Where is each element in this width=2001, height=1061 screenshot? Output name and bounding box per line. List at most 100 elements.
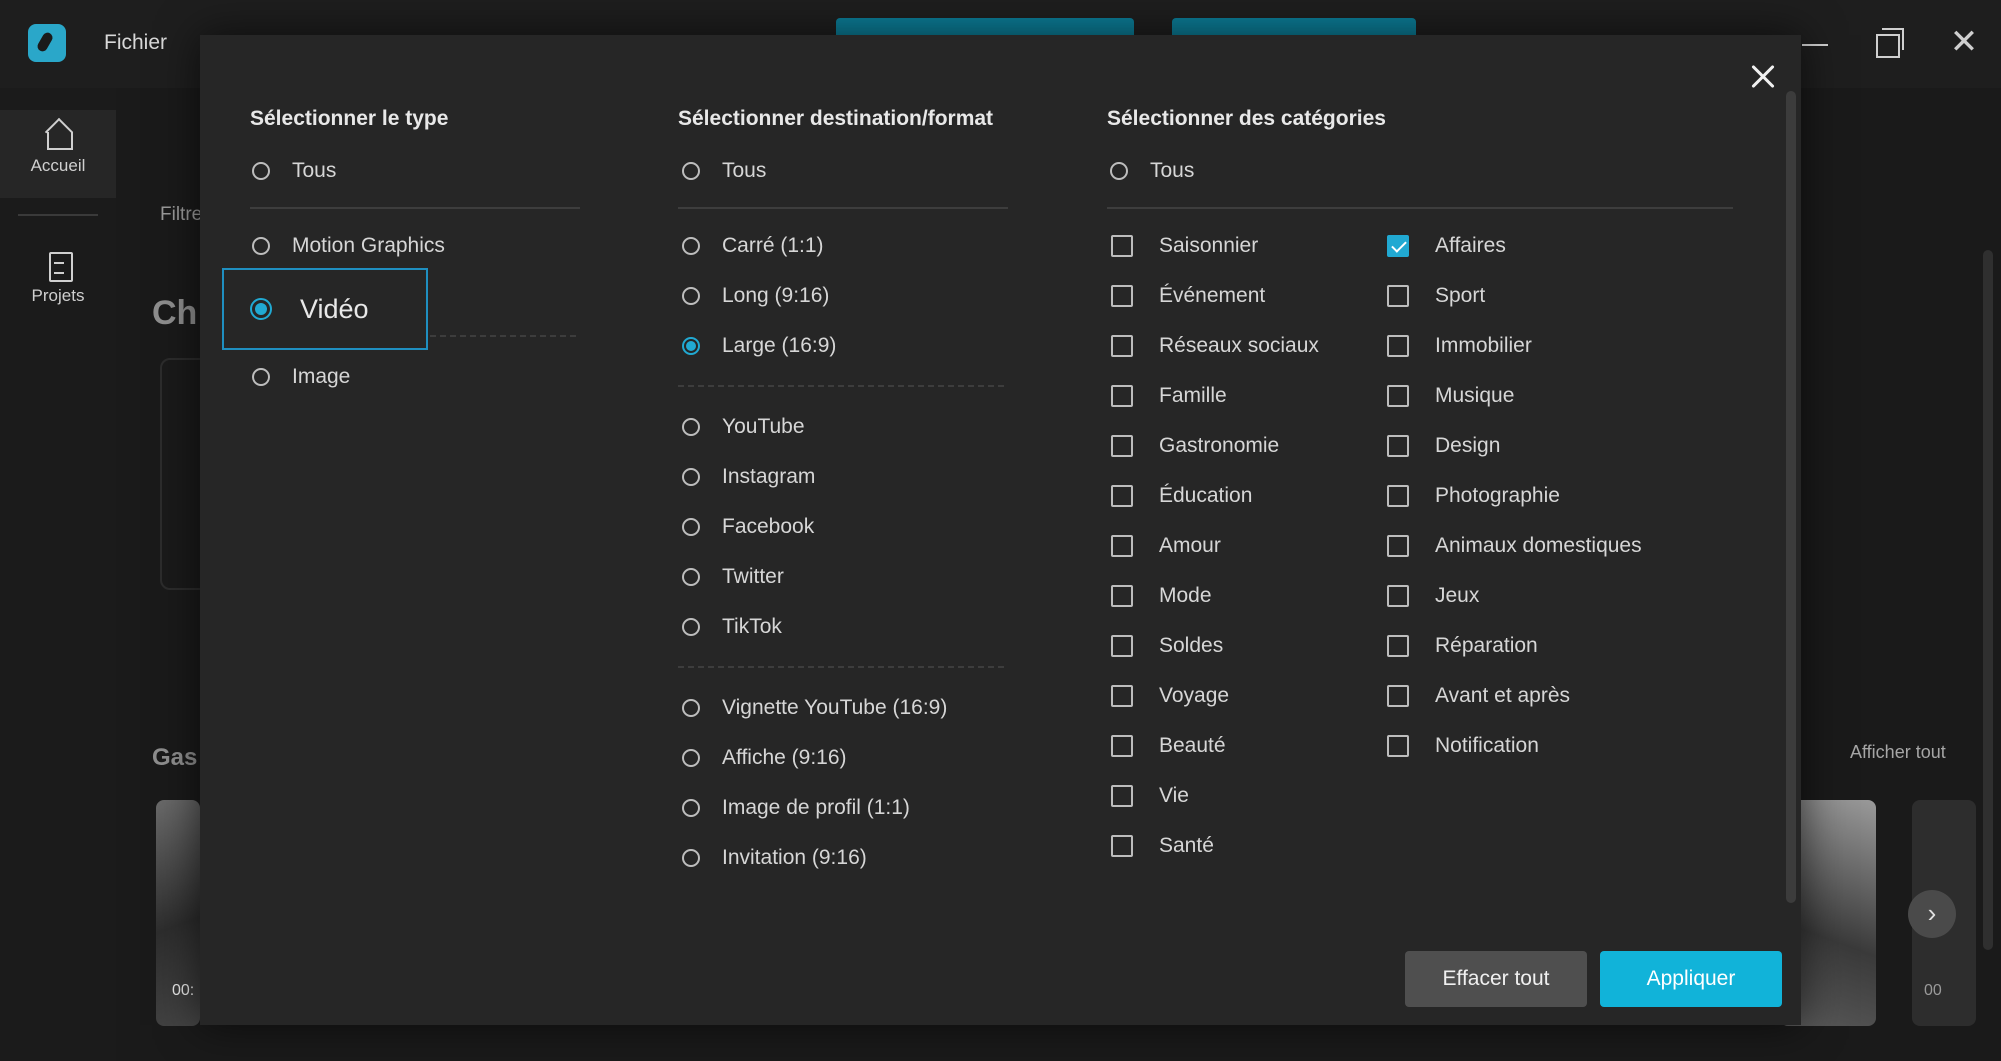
category-checkbox-sport[interactable]: Sport — [1387, 276, 1485, 316]
option-label: Soldes — [1159, 634, 1224, 657]
apply-button[interactable]: Appliquer — [1600, 951, 1782, 1007]
category-checkbox-design[interactable]: Design — [1387, 426, 1500, 466]
category-checkbox-reparation[interactable]: Réparation — [1387, 626, 1538, 666]
option-label: Immobilier — [1435, 334, 1532, 357]
destination-option-tiktok[interactable]: TikTok — [682, 607, 782, 647]
option-label: Notification — [1435, 734, 1539, 757]
destination-option-youtube[interactable]: YouTube — [682, 407, 805, 447]
option-label: Tous — [1150, 159, 1195, 182]
category-checkbox-gastronomie[interactable]: Gastronomie — [1111, 426, 1279, 466]
option-label: Réparation — [1435, 634, 1538, 657]
checkbox-icon — [1111, 385, 1133, 407]
checkbox-icon — [1111, 585, 1133, 607]
close-icon[interactable]: ✕ — [1944, 22, 1984, 62]
destination-option-image-profil[interactable]: Image de profil (1:1) — [682, 788, 910, 828]
destination-option-instagram[interactable]: Instagram — [682, 457, 815, 497]
category-option-tous[interactable]: Tous — [1110, 151, 1194, 191]
option-label: Avant et après — [1435, 684, 1571, 707]
category-checkbox-education[interactable]: Éducation — [1111, 476, 1252, 516]
type-option-tous[interactable]: Tous — [252, 151, 336, 191]
category-checkbox-voyage[interactable]: Voyage — [1111, 676, 1229, 716]
sidebar-item-accueil[interactable]: Accueil — [0, 110, 116, 198]
option-label: Amour — [1159, 534, 1221, 557]
checkbox-icon — [1111, 735, 1133, 757]
clear-all-button[interactable]: Effacer tout — [1405, 951, 1587, 1007]
category-checkbox-mode[interactable]: Mode — [1111, 576, 1212, 616]
category-checkbox-famille[interactable]: Famille — [1111, 376, 1227, 416]
app-logo-icon — [28, 24, 66, 62]
divider — [678, 666, 1004, 668]
category-checkbox-musique[interactable]: Musique — [1387, 376, 1514, 416]
category-checkbox-avant-et-apres[interactable]: Avant et après — [1387, 676, 1570, 716]
category-checkbox-sante[interactable]: Santé — [1111, 826, 1214, 866]
option-label: Musique — [1435, 384, 1515, 407]
option-label: Image de profil (1:1) — [722, 796, 910, 819]
menu-file[interactable]: Fichier — [104, 31, 167, 55]
main-scrollbar[interactable] — [1983, 250, 1993, 950]
radio-icon — [252, 368, 270, 386]
destination-option-carre[interactable]: Carré (1:1) — [682, 226, 824, 266]
option-label: Famille — [1159, 384, 1227, 407]
destination-section-title: Sélectionner destination/format — [678, 107, 994, 130]
home-icon — [43, 120, 73, 150]
category-checkbox-animaux-domestiques[interactable]: Animaux domestiques — [1387, 526, 1642, 566]
destination-option-tous[interactable]: Tous — [682, 151, 766, 191]
destination-option-long[interactable]: Long (9:16) — [682, 276, 829, 316]
type-option-video[interactable]: Vidéo — [222, 268, 428, 350]
category-checkbox-jeux[interactable]: Jeux — [1387, 576, 1479, 616]
checkbox-icon — [1111, 335, 1133, 357]
destination-option-invitation[interactable]: Invitation (9:16) — [682, 838, 867, 878]
option-label: Santé — [1159, 834, 1214, 857]
option-label: Vidéo — [300, 293, 369, 324]
option-label: Vie — [1159, 784, 1189, 807]
category-checkbox-reseaux-sociaux[interactable]: Réseaux sociaux — [1111, 326, 1319, 366]
destination-option-facebook[interactable]: Facebook — [682, 507, 814, 547]
sidebar-item-projets[interactable]: Projets — [0, 250, 116, 306]
type-option-image[interactable]: Image — [252, 357, 350, 397]
option-label: Affiche (9:16) — [722, 746, 847, 769]
radio-icon — [682, 699, 700, 717]
divider — [678, 385, 1004, 387]
dialog-scrollbar[interactable] — [1786, 91, 1796, 903]
radio-icon — [682, 468, 700, 486]
category-checkbox-soldes[interactable]: Soldes — [1111, 626, 1223, 666]
type-option-motion-graphics[interactable]: Motion Graphics — [252, 226, 445, 266]
option-label: Tous — [722, 159, 767, 182]
maximize-icon[interactable] — [1870, 22, 1910, 62]
show-all-link[interactable]: Afficher tout — [1850, 742, 1946, 763]
radio-icon — [682, 568, 700, 586]
destination-option-twitter[interactable]: Twitter — [682, 557, 784, 597]
category-checkbox-beaute[interactable]: Beauté — [1111, 726, 1226, 766]
template-thumbnail[interactable]: 00: — [156, 800, 200, 1026]
category-checkbox-saisonnier[interactable]: Saisonnier — [1111, 226, 1258, 266]
radio-selected-icon — [682, 337, 700, 355]
category-checkbox-vie[interactable]: Vie — [1111, 776, 1189, 816]
category-checkbox-immobilier[interactable]: Immobilier — [1387, 326, 1532, 366]
divider — [1107, 207, 1733, 209]
option-label: Large (16:9) — [722, 334, 837, 357]
category-checkbox-affaires[interactable]: Affaires — [1387, 226, 1506, 266]
destination-option-affiche[interactable]: Affiche (9:16) — [682, 738, 847, 778]
option-label: Invitation (9:16) — [722, 846, 867, 869]
category-checkbox-photographie[interactable]: Photographie — [1387, 476, 1560, 516]
checkbox-icon — [1111, 685, 1133, 707]
sidebar-item-label: Projets — [31, 286, 85, 305]
close-icon[interactable] — [1740, 53, 1786, 99]
category-checkbox-evenement[interactable]: Événement — [1111, 276, 1265, 316]
option-label: Affaires — [1435, 234, 1506, 257]
category-checkbox-notification[interactable]: Notification — [1387, 726, 1539, 766]
option-label: Image — [292, 365, 351, 388]
checkbox-icon — [1387, 335, 1409, 357]
minimize-icon[interactable] — [1796, 22, 1836, 62]
thumbnail-duration: 00: — [172, 982, 195, 999]
checkbox-icon — [1387, 385, 1409, 407]
category-checkbox-amour[interactable]: Amour — [1111, 526, 1221, 566]
destination-option-large[interactable]: Large (16:9) — [682, 326, 836, 366]
checkbox-checked-icon — [1387, 235, 1409, 257]
destination-option-vignette-youtube[interactable]: Vignette YouTube (16:9) — [682, 688, 947, 728]
carousel-next-icon[interactable]: › — [1908, 890, 1956, 938]
option-label: Mode — [1159, 584, 1212, 607]
checkbox-icon — [1111, 235, 1133, 257]
option-label: Vignette YouTube (16:9) — [722, 696, 948, 719]
filter-label[interactable]: Filtre — [160, 204, 202, 226]
